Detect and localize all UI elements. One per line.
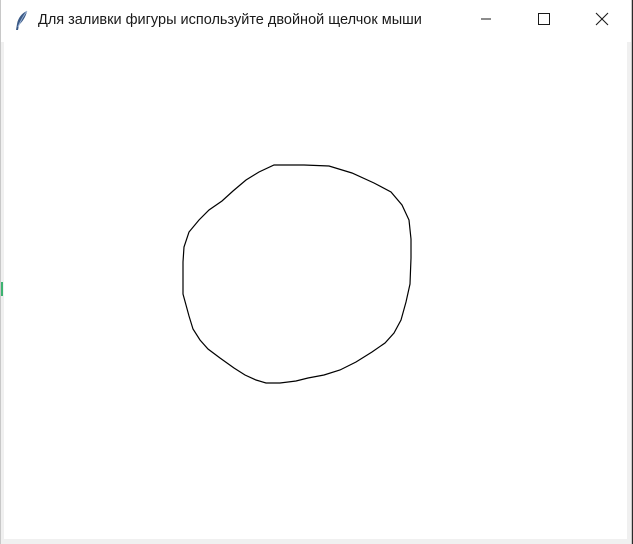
close-button[interactable]	[573, 0, 631, 42]
window-title: Для заливки фигуры используйте двойной щ…	[38, 12, 422, 28]
maximize-button[interactable]	[515, 0, 573, 42]
app-window: Для заливки фигуры используйте двойной щ…	[0, 0, 632, 544]
feather-icon	[13, 10, 31, 32]
close-icon	[595, 12, 609, 31]
freehand-shape[interactable]	[182, 164, 412, 384]
minimize-icon	[480, 12, 492, 30]
edge-marker	[1, 282, 3, 296]
title-bar[interactable]: Для заливки фигуры используйте двойной щ…	[1, 0, 631, 42]
minimize-button[interactable]	[457, 0, 515, 42]
drawing-canvas[interactable]	[4, 42, 627, 539]
canvas-drawing	[182, 164, 412, 384]
maximize-icon	[538, 12, 550, 30]
